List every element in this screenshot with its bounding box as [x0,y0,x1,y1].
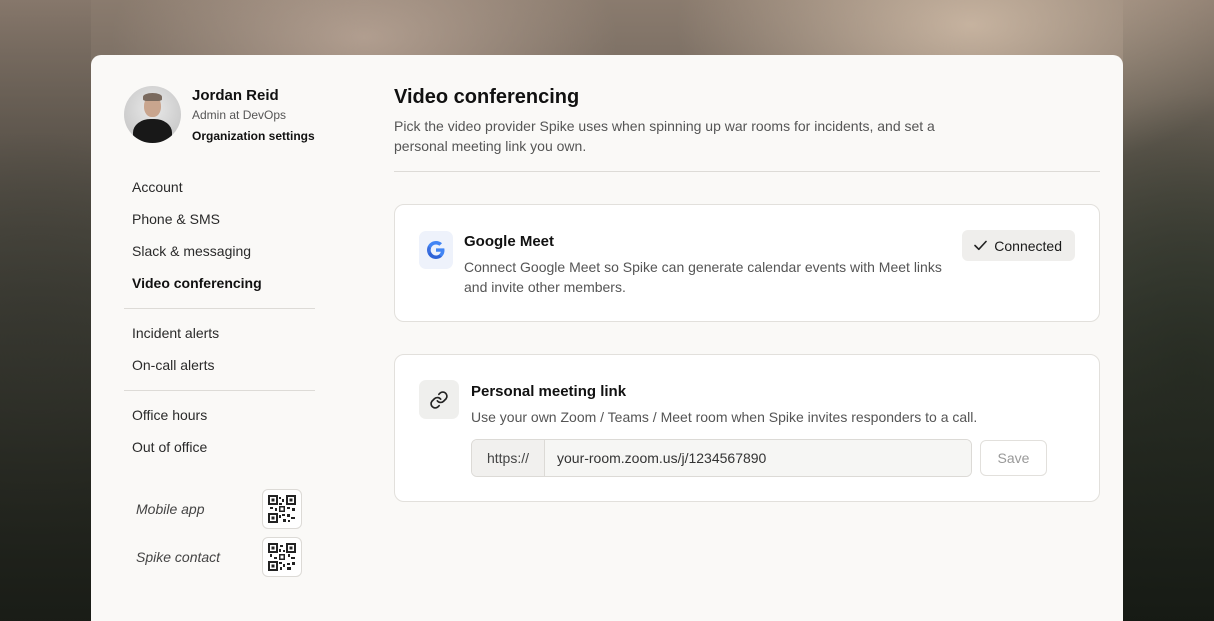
background-left [0,0,91,621]
mobile-app-row: Mobile app [136,489,302,529]
connected-badge[interactable]: Connected [962,230,1075,261]
profile-role: Admin at DevOps [192,108,287,122]
avatar [124,86,181,143]
nav-divider [124,390,315,391]
header-divider [394,171,1100,172]
check-icon [974,238,988,254]
link-icon [419,380,459,419]
sidebar-item-phone-sms[interactable]: Phone & SMS [124,204,315,236]
save-button[interactable]: Save [980,440,1047,476]
url-prefix: https:// [472,440,545,476]
meeting-url-field: https:// [471,439,972,477]
sidebar-item-out-of-office[interactable]: Out of office [124,432,315,464]
profile-block: Jordan Reid Admin at DevOps Organization… [124,86,315,143]
page-title: Video conferencing [394,86,580,108]
google-meet-title: Google Meet [464,233,555,250]
personal-link-description: Use your own Zoom / Teams / Meet room wh… [471,409,978,425]
google-icon [419,231,453,269]
mobile-app-label: Mobile app [136,501,205,517]
sidebar-item-on-call-alerts[interactable]: On-call alerts [124,350,315,382]
page-description: Pick the video provider Spike uses when … [394,118,935,154]
background-right [1123,0,1214,621]
sidebar-item-video-conferencing[interactable]: Video conferencing [124,268,315,300]
sidebar-item-slack-messaging[interactable]: Slack & messaging [124,236,315,268]
sidebar-item-office-hours[interactable]: Office hours [124,400,315,432]
google-meet-description: Connect Google Meet so Spike can generat… [464,259,942,295]
personal-meeting-link-card: Personal meeting link Use your own Zoom … [394,354,1100,502]
settings-panel: Jordan Reid Admin at DevOps Organization… [91,55,1123,621]
connected-label: Connected [994,237,1062,254]
meeting-url-input[interactable] [545,440,971,476]
nav-divider [124,308,315,309]
spike-contact-row: Spike contact [136,537,302,577]
personal-link-title: Personal meeting link [471,383,627,400]
spike-contact-label: Spike contact [136,549,221,565]
sidebar-nav: Account Phone & SMS Slack & messaging Vi… [124,172,315,464]
spike-contact-qr-icon[interactable] [262,537,302,577]
sidebar-item-incident-alerts[interactable]: Incident alerts [124,318,315,350]
google-meet-card: Google Meet Connect Google Meet so Spike… [394,204,1100,322]
sidebar-item-account[interactable]: Account [124,172,315,204]
mobile-app-qr-icon[interactable] [262,489,302,529]
profile-name: Jordan Reid [192,87,279,104]
organization-settings-link[interactable]: Organization settings [192,129,315,143]
